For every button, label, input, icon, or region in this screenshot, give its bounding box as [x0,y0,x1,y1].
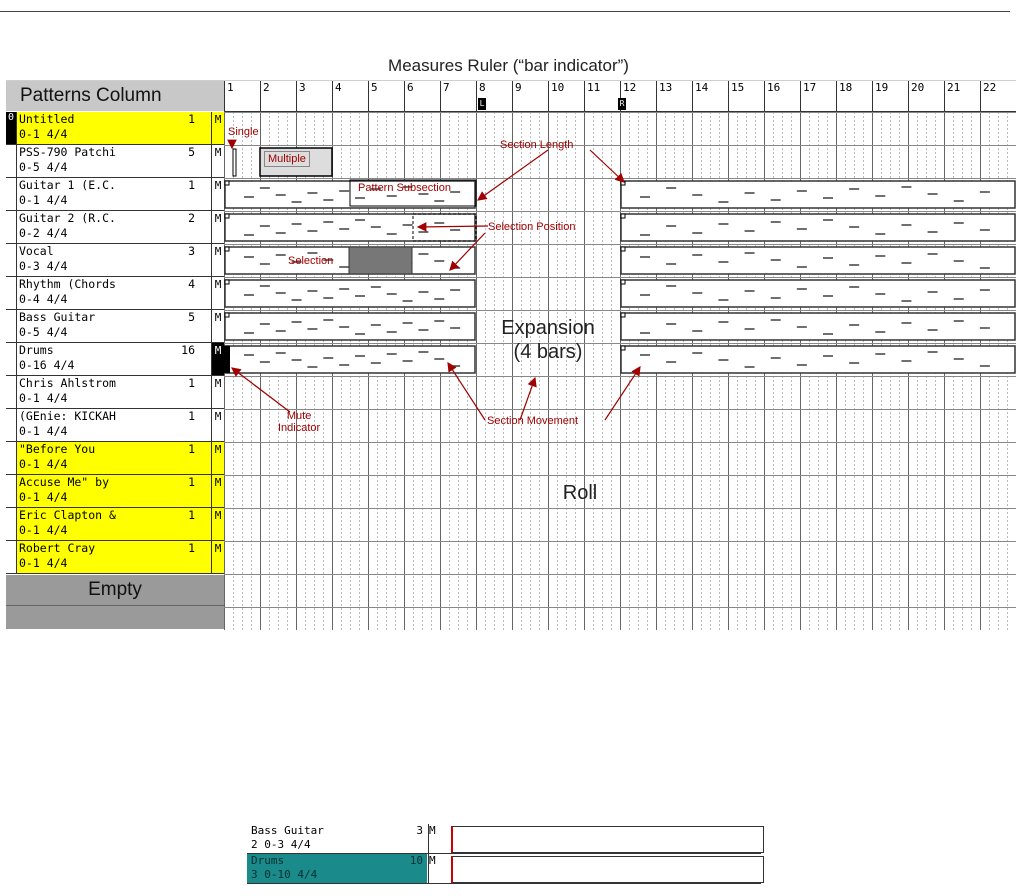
annotation-arrows [227,139,641,421]
thumbnail-count: 10 [409,854,423,867]
thumbnail-mute[interactable]: M [428,854,439,883]
thumbnail-name: Drums [251,854,285,867]
thumbnail-name: Bass Guitar [251,824,324,837]
thumbnail-detail: Bass Guitar 2 0-3 4/4 3 M Drums 3 0-10 4/4 10 M [247,824,764,884]
annotation-arrow [416,222,489,232]
annotation-arrow [447,361,486,421]
thumbnail-row[interactable]: Drums 3 0-10 4/4 10 M [247,854,764,884]
annotation-arrow [604,365,641,421]
annotation-arrow [519,376,537,421]
annotation-arrow [231,367,291,413]
annotation-arrow [449,232,486,271]
thumbnail-sub: 2 0-3 4/4 [251,838,311,851]
thumbnail-track [451,826,764,853]
annotation-arrow [477,149,549,201]
thumbnail-track [451,856,764,883]
thumbnail-sub: 3 0-10 4/4 [251,868,318,881]
thumbnail-count: 3 [416,824,423,837]
thumbnail-label: Bass Guitar 2 0-3 4/4 3 [247,824,427,853]
thumbnail-row[interactable]: Bass Guitar 2 0-3 4/4 3 M [247,824,764,854]
thumbnail-mute[interactable]: M [428,824,439,853]
annotation-arrow [589,149,625,183]
thumbnail-label: Drums 3 0-10 4/4 10 [247,854,427,883]
